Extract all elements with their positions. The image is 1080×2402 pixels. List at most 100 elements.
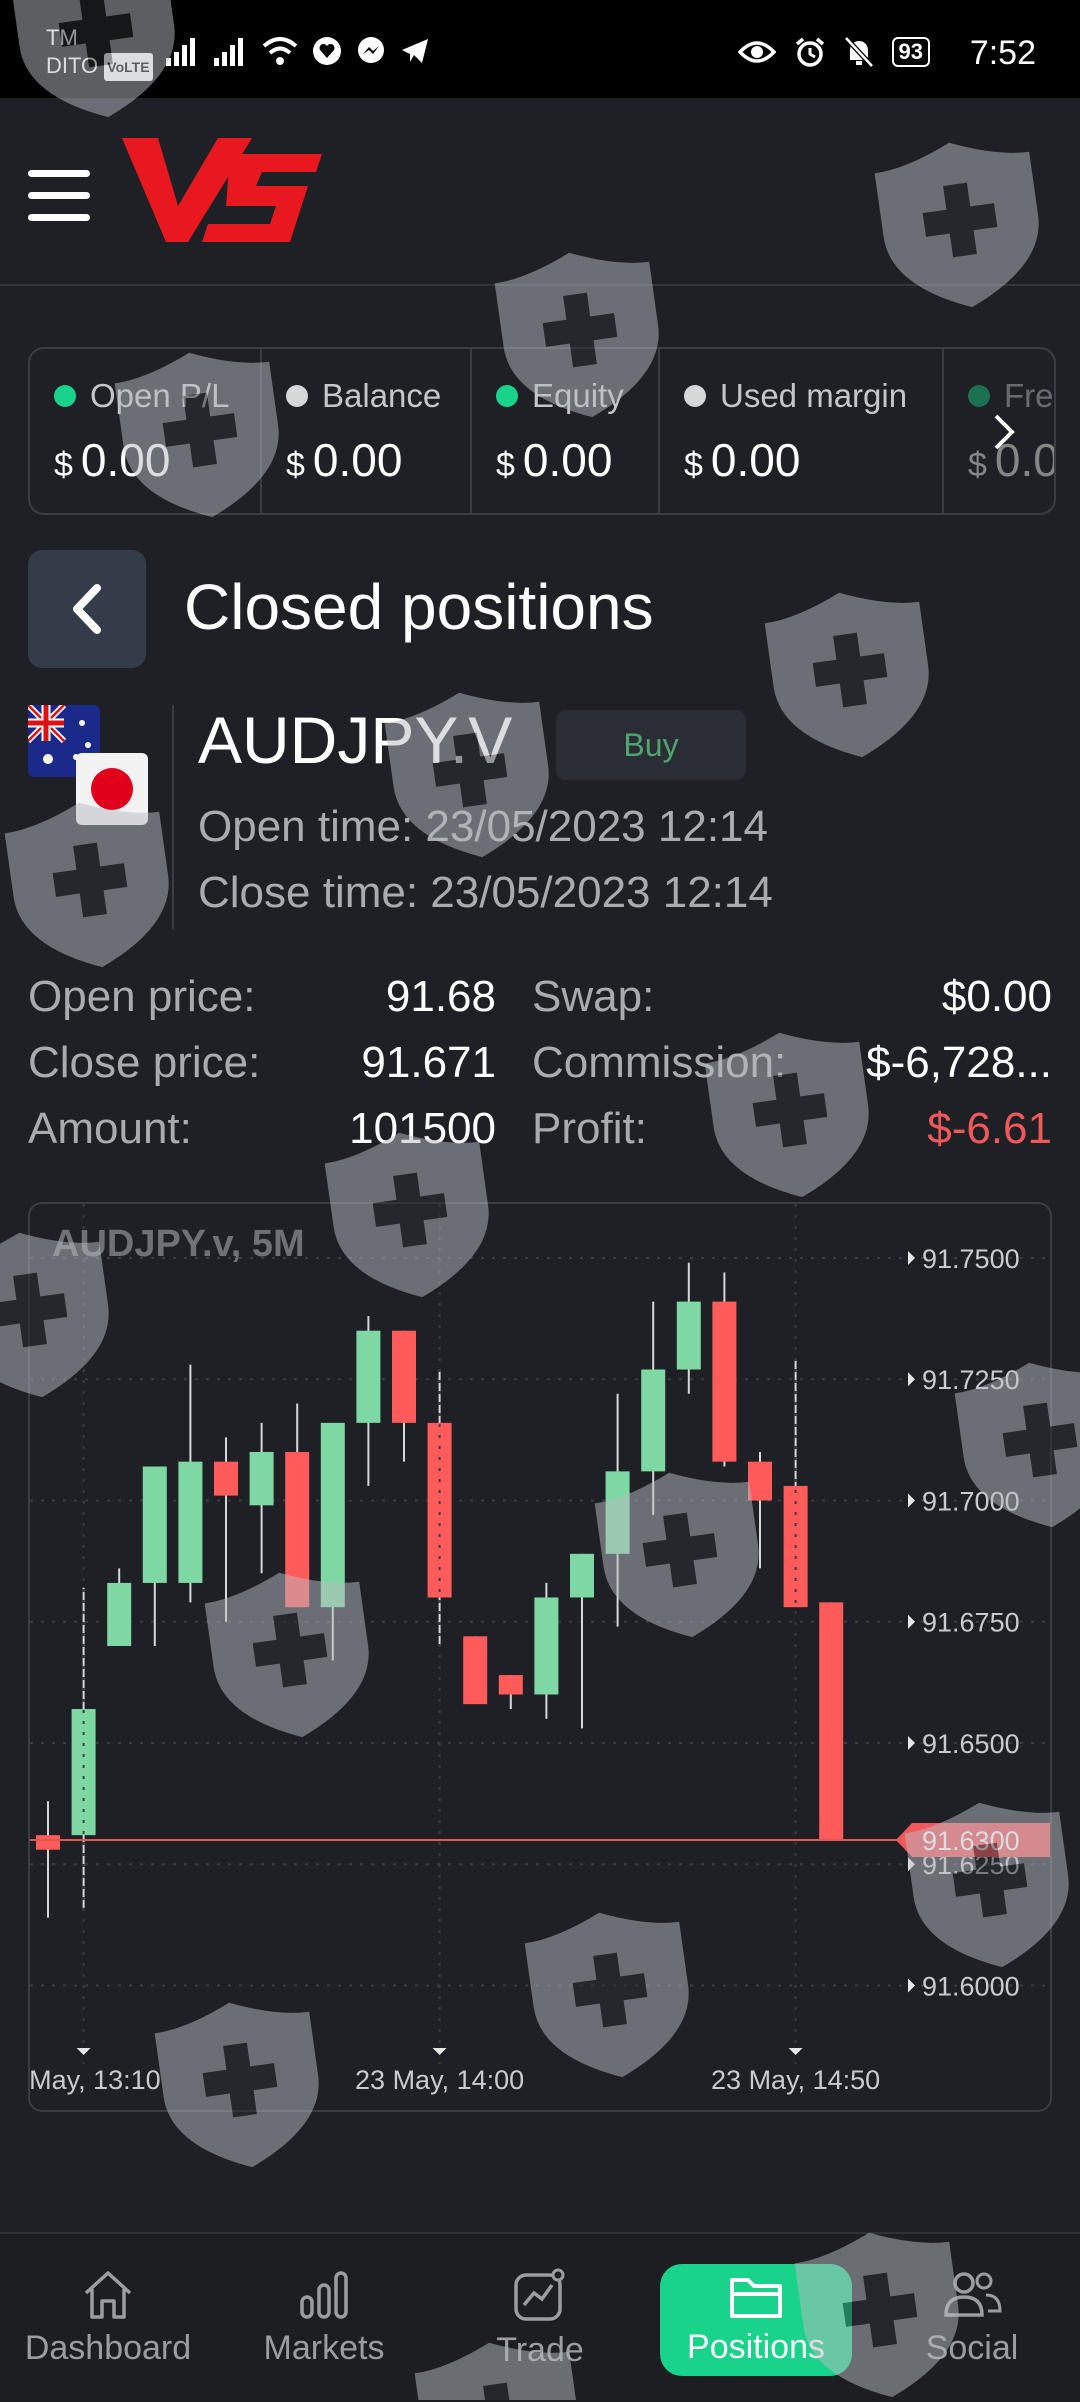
tick-marker-icon (908, 1735, 915, 1750)
candle-body (392, 1330, 416, 1423)
candle-body (605, 1471, 630, 1554)
close-price-label: Close price: (28, 1038, 261, 1087)
status-dot-icon (54, 385, 76, 407)
brand-logo[interactable] (122, 134, 322, 246)
candle-body (36, 1835, 60, 1850)
tick-marker-icon (76, 2048, 91, 2055)
status-dot-icon (286, 385, 308, 407)
folder-icon (730, 2277, 782, 2318)
back-button[interactable] (28, 550, 146, 668)
nav-trade[interactable]: Trade (432, 2234, 648, 2402)
eye-icon (737, 41, 776, 63)
candlestick-chart: 91.750091.725091.700091.675091.650091.62… (7, 1204, 1050, 2095)
candle-body (178, 1461, 203, 1583)
status-dot-icon (684, 385, 706, 407)
app-header (0, 98, 1080, 286)
people-icon (944, 2271, 1002, 2317)
candle-body (249, 1451, 274, 1506)
status-dot-icon (496, 385, 518, 407)
nav-label: Trade (496, 2330, 584, 2369)
home-icon (84, 2270, 132, 2319)
candle-body (427, 1422, 452, 1598)
stat-currency: $ (54, 446, 73, 484)
nav-dashboard[interactable]: Dashboard (0, 2234, 216, 2402)
open-price-label: Open price: (28, 972, 256, 1021)
candle-body (676, 1301, 701, 1370)
candle-body (463, 1636, 488, 1705)
stat-currency: $ (496, 446, 515, 484)
tick-marker-icon (908, 1857, 915, 1872)
candle-body (107, 1582, 132, 1646)
open-time: Open time: 23/05/2023 12:14 (198, 802, 768, 851)
carrier-bottom: DITO (46, 53, 99, 78)
nav-social[interactable]: Social (864, 2234, 1080, 2402)
y-tick-label: 91.7000 (922, 1486, 1020, 1516)
stat-balance: Balance $0.00 (262, 349, 472, 513)
nav-markets[interactable]: Markets (216, 2234, 432, 2402)
tick-marker-icon (432, 2048, 447, 2055)
x-tick-label: 23 May, 14:00 (355, 2065, 524, 2095)
menu-button[interactable] (28, 170, 90, 222)
price-chart[interactable]: 91.7500 91.7250 91.7000 91.6750 91.6500 91.62… (7, 1202, 1052, 2112)
candle-body (641, 1369, 666, 1472)
stat-used-margin: Used margin $0.00 (660, 349, 944, 513)
battery-level: 93 (891, 37, 930, 67)
nav-label: Positions (687, 2327, 825, 2366)
y-tick-label: 91.7500 (922, 1244, 1020, 1274)
candle-body (320, 1422, 345, 1608)
signal-icon (166, 38, 195, 66)
status-icons-left (166, 36, 430, 66)
profit-value: $-6.61 (927, 1104, 1052, 1153)
amount-value: 101500 (349, 1104, 496, 1153)
candle-body (498, 1675, 523, 1695)
clock: 7:52 (969, 34, 1036, 72)
y-tick-label: 91.6750 (922, 1608, 1020, 1638)
carrier-top: TM (46, 25, 78, 50)
status-icons-right: 93 (737, 36, 930, 68)
open-price-value: 91.68 (385, 972, 496, 1021)
trade-icon (514, 2268, 565, 2321)
stat-label: Open P/L (90, 377, 230, 414)
side-badge: Buy (556, 710, 746, 780)
stat-label: Equity (532, 377, 624, 414)
amount-label: Amount: (28, 1104, 192, 1153)
candle-body (819, 1602, 844, 1840)
close-price-value: 91.671 (361, 1038, 496, 1087)
stat-value: 0.00 (710, 434, 801, 486)
status-dot-icon (968, 385, 990, 407)
stat-equity: Equity $0.00 (472, 349, 660, 513)
tick-marker-icon (788, 2048, 803, 2055)
wifi-icon (262, 37, 298, 65)
chevron-right-icon[interactable] (990, 412, 1018, 452)
currency-flags (25, 702, 148, 825)
japan-flag-icon (76, 753, 148, 825)
bottom-nav: Dashboard Markets Trade Positions Social (0, 2232, 1080, 2402)
nav-label: Markets (263, 2328, 385, 2367)
swap-label: Swap: (532, 972, 655, 1021)
stat-currency: $ (286, 446, 305, 484)
page-title: Closed positions (184, 571, 654, 643)
status-bar: TM DITO VoLTE 93 7:52 (0, 0, 1080, 98)
y-tick-label: 91.6000 (922, 1971, 1020, 2001)
commission-label: Commission: (532, 1038, 787, 1087)
alarm-icon (795, 37, 824, 67)
tick-marker-icon (908, 1978, 915, 1993)
chevron-left-icon (73, 584, 101, 634)
candle-body (712, 1301, 737, 1462)
chart-title: AUDJPY.v, 5M (52, 1223, 305, 1265)
nav-positions[interactable]: Positions (660, 2264, 852, 2376)
candle-body (534, 1597, 559, 1695)
candle-body (142, 1466, 167, 1583)
candle-body (748, 1461, 772, 1501)
x-tick-label: 3 May, 13:10 (30, 2065, 161, 2095)
candle-body (356, 1330, 381, 1423)
carrier-info: TM DITO VoLTE (46, 24, 153, 82)
messenger-icon (358, 37, 384, 63)
current-price-label: 91.6300 (922, 1826, 1020, 1856)
tick-marker-icon (908, 1493, 915, 1508)
telegram-icon (402, 39, 428, 63)
profit-label: Profit: (532, 1104, 647, 1153)
candle-body (570, 1553, 594, 1598)
tick-marker-icon (908, 1372, 915, 1387)
x-tick-label: 23 May, 14:50 (711, 2065, 880, 2095)
